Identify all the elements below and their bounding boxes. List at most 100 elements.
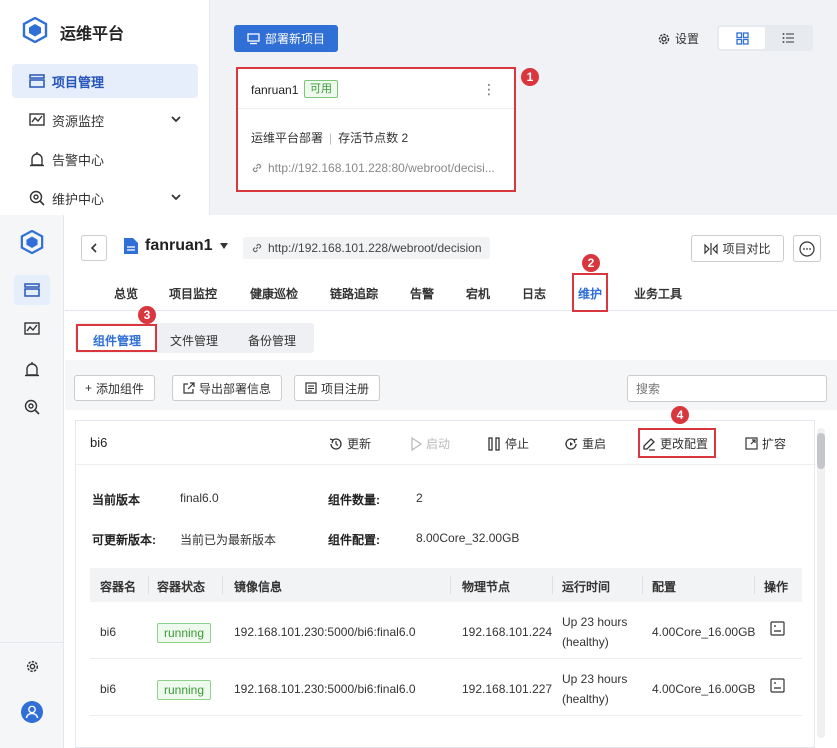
column-divider: [642, 576, 643, 594]
gear-icon: [658, 33, 670, 44]
subtab-files[interactable]: 文件管理: [170, 332, 218, 349]
more-options-button[interactable]: [793, 235, 821, 262]
gear-icon: [26, 660, 38, 672]
sidebar-divider: [0, 642, 63, 643]
table-header: 容器名 容器状态 镜像信息 物理节点 运行时间 配置 操作: [90, 568, 802, 602]
tab-business-tools[interactable]: 业务工具: [634, 285, 682, 302]
update-button[interactable]: 更新: [329, 435, 371, 452]
card-url[interactable]: http://192.168.101.228:80/webroot/decisi…: [251, 161, 495, 175]
step-marker-1: 1: [521, 68, 539, 86]
project-compare-button[interactable]: 项目对比: [691, 235, 784, 262]
step-marker-3: 3: [138, 306, 156, 324]
deploy-icon: [247, 32, 260, 44]
node-ip: 192.168.101.224: [462, 625, 553, 639]
tab-logs[interactable]: 日志: [522, 285, 546, 302]
expand-icon: [745, 437, 758, 450]
health-status: (healthy): [562, 692, 609, 706]
card-header: fanruan1 可用 ⋮: [238, 69, 514, 109]
project-card[interactable]: fanruan1 可用 ⋮ 运维平台部署 | 存活节点数 2 http://192.…: [236, 67, 516, 192]
add-component-button[interactable]: + 添加组件: [74, 375, 156, 401]
stop-button[interactable]: 停止: [487, 435, 529, 452]
tab-downtime[interactable]: 宕机: [466, 285, 490, 302]
project-tabs: 总览 项目监控 健康巡检 链路追踪 告警 宕机 日志 维护 业务工具: [65, 277, 837, 311]
sidebar-item-maintenance[interactable]: [14, 392, 50, 422]
scale-button[interactable]: 扩容: [745, 435, 786, 452]
tab-health-check[interactable]: 健康巡检: [250, 285, 298, 302]
alarm-icon: [28, 150, 46, 168]
sidebar: 运维平台 项目管理 资源监控 告警中心 维护中心: [0, 0, 210, 215]
project-selector[interactable]: fanruan1: [123, 237, 229, 255]
search-input[interactable]: [627, 375, 827, 402]
more-horizontal-icon: [799, 240, 815, 257]
collapsed-sidebar: [0, 215, 64, 748]
component-count-label: 组件数量:: [328, 493, 380, 507]
monitor-icon: [28, 111, 46, 129]
avatar-icon: [21, 701, 43, 723]
column-divider: [552, 576, 553, 594]
list-view-button[interactable]: [765, 27, 811, 49]
column-divider: [754, 576, 755, 594]
terminal-icon[interactable]: [770, 621, 785, 636]
component-name: bi6: [90, 435, 108, 450]
sidebar-item-maintenance[interactable]: 维护中心: [12, 181, 198, 215]
overview-screen: 运维平台 项目管理 资源监控 告警中心 维护中心 部署新项目 设置 fanrua…: [0, 0, 837, 215]
subtab-backup[interactable]: 备份管理: [248, 332, 296, 349]
status-badge: 可用: [304, 80, 338, 98]
start-button[interactable]: 启动: [410, 435, 450, 452]
scrollbar-thumb[interactable]: [817, 433, 825, 469]
tab-overview[interactable]: 总览: [114, 285, 138, 302]
sidebar-item-monitor[interactable]: 资源监控: [12, 103, 198, 137]
column-header: 容器状态: [157, 580, 206, 594]
sidebar-item-label: 告警中心: [52, 152, 105, 168]
current-version-value: final6.0: [180, 491, 219, 505]
container-config: 4.00Core_16.00GB: [652, 625, 756, 639]
terminal-icon[interactable]: [770, 678, 785, 693]
back-button[interactable]: [81, 235, 107, 261]
export-icon: [183, 382, 195, 394]
grid-view-button[interactable]: [719, 27, 765, 49]
column-header: 运行时间: [562, 580, 611, 594]
status-badge: running: [157, 680, 212, 700]
column-divider: [450, 576, 451, 594]
health-status: (healthy): [562, 635, 609, 649]
link-icon: [252, 163, 262, 173]
deploy-project-button[interactable]: 部署新项目: [234, 25, 338, 52]
user-avatar[interactable]: [14, 697, 50, 727]
tab-project-monitor[interactable]: 项目监控: [169, 285, 217, 302]
list-icon: [782, 33, 794, 43]
compare-icon: [704, 242, 719, 255]
sidebar-settings[interactable]: [14, 651, 50, 681]
sidebar-item-project[interactable]: 项目管理: [12, 64, 198, 98]
uptime: Up 23 hours: [562, 615, 628, 629]
scrollbar-track[interactable]: [817, 428, 825, 738]
chevron-left-icon: [90, 243, 97, 253]
maintenance-icon: [28, 189, 46, 207]
tab-trace[interactable]: 链路追踪: [330, 285, 378, 302]
file-icon: [124, 238, 138, 254]
sidebar-item-alert[interactable]: [14, 354, 50, 384]
project-detail-screen: fanruan1 http://192.168.101.228/webroot/…: [0, 215, 837, 748]
main-content: fanruan1 http://192.168.101.228/webroot/…: [65, 215, 837, 748]
settings-button[interactable]: 设置: [657, 30, 699, 47]
sidebar-item-label: 项目管理: [52, 74, 105, 90]
sidebar-item-alert[interactable]: 告警中心: [12, 142, 198, 176]
toolbar: + 添加组件 导出部署信息 项目注册: [65, 360, 837, 410]
play-icon: [411, 436, 422, 451]
restart-button[interactable]: 重启: [564, 435, 606, 452]
project-url[interactable]: http://192.168.101.228/webroot/decision: [243, 237, 490, 259]
subtab-components[interactable]: 组件管理: [93, 332, 141, 349]
sidebar-item-label: 维护中心: [52, 191, 105, 207]
sidebar-item-monitor[interactable]: [14, 314, 50, 344]
card-info: 运维平台部署 | 存活节点数 2: [251, 131, 409, 145]
step-marker-4: 4: [671, 406, 689, 424]
tab-alert[interactable]: 告警: [410, 285, 434, 302]
restart-icon: [565, 437, 578, 450]
sidebar-item-project[interactable]: [14, 275, 50, 305]
export-deploy-button[interactable]: 导出部署信息: [172, 375, 283, 401]
caret-down-icon: [219, 243, 228, 249]
more-vertical-icon[interactable]: ⋮: [482, 81, 496, 98]
image-info: 192.168.101.230:5000/bi6:final6.0: [234, 682, 416, 696]
app-title: 运维平台: [60, 26, 125, 43]
project-register-button[interactable]: 项目注册: [294, 375, 381, 401]
project-name: fanruan1: [145, 237, 213, 254]
